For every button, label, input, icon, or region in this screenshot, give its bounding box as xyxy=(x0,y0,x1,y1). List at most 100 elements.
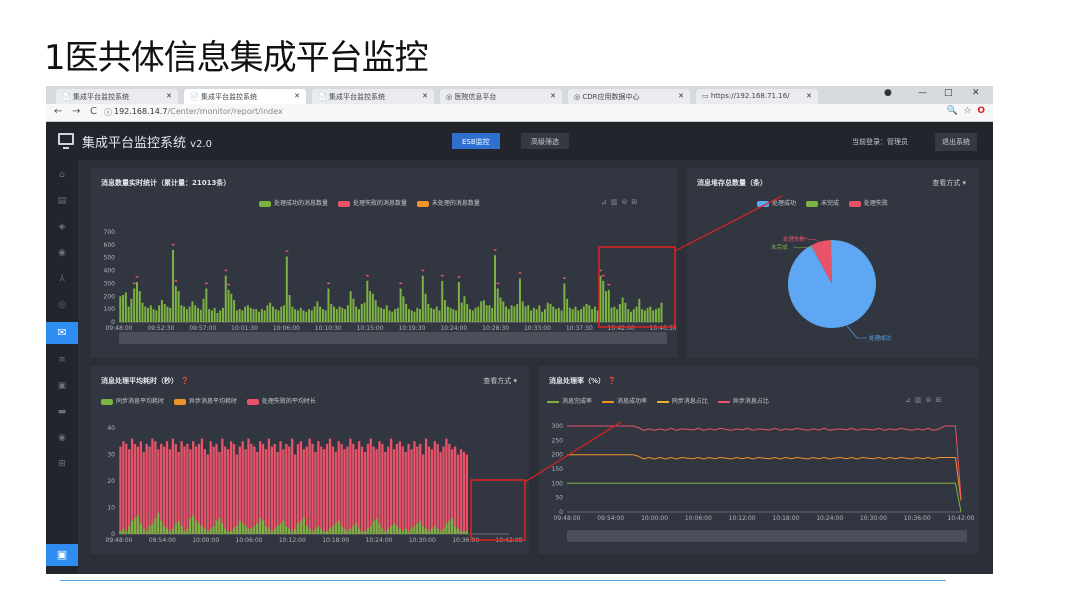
back-icon[interactable]: ← xyxy=(54,106,62,117)
globe-icon[interactable]: ◉ xyxy=(57,433,67,443)
maximize-button[interactable]: □ xyxy=(944,88,953,98)
bar xyxy=(419,520,422,534)
tab-esb-monitor[interactable]: ESB监控 xyxy=(452,133,500,149)
url-field[interactable]: 192.168.14.7/Center/monitor/report/index xyxy=(114,107,283,116)
bar xyxy=(221,523,224,534)
bar xyxy=(521,301,524,322)
zoom-slider[interactable] xyxy=(119,332,667,344)
browser-tab[interactable]: 📄 集成平台监控系统 ✕ xyxy=(56,89,178,104)
bar xyxy=(430,449,434,534)
home-icon[interactable]: ⌂ xyxy=(57,170,67,180)
bar xyxy=(166,306,169,322)
close-icon[interactable]: ✕ xyxy=(294,92,300,100)
bar xyxy=(629,311,632,322)
target-icon[interactable]: ◎ xyxy=(57,300,67,310)
bar xyxy=(320,446,323,534)
bar xyxy=(273,528,276,534)
close-icon[interactable]: ✕ xyxy=(806,92,812,100)
bar xyxy=(279,441,282,534)
mail-icon[interactable]: ✉ xyxy=(46,322,78,344)
bar xyxy=(328,528,332,534)
browser-tab[interactable]: ◎ 医院信息平台 ✕ xyxy=(440,89,562,104)
bar xyxy=(343,528,346,534)
bar xyxy=(160,443,163,534)
bar xyxy=(349,528,352,534)
fail-marker xyxy=(285,250,289,252)
bar xyxy=(299,441,303,534)
bar xyxy=(208,309,211,322)
close-icon[interactable]: ✕ xyxy=(422,92,428,100)
window-close-button[interactable]: ✕ xyxy=(972,88,980,98)
box-icon[interactable]: ▣ xyxy=(57,381,67,391)
bar xyxy=(218,518,221,534)
bar xyxy=(457,282,460,322)
browser-tab[interactable]: ◎ CDR应用数据中心 ✕ xyxy=(568,89,690,104)
opera-icon[interactable]: O xyxy=(977,106,985,116)
bar xyxy=(141,302,144,322)
fail-marker xyxy=(327,282,330,285)
account-icon[interactable]: ● xyxy=(884,88,892,98)
bar xyxy=(635,306,638,322)
bar xyxy=(445,523,448,534)
x-tick-label: 10:36:00 xyxy=(904,515,931,522)
bar xyxy=(241,523,244,534)
close-icon[interactable]: ✕ xyxy=(678,92,684,100)
bar xyxy=(482,300,485,322)
bar xyxy=(442,528,445,534)
bar xyxy=(649,306,652,322)
bar xyxy=(448,520,451,534)
forward-icon[interactable]: → xyxy=(72,106,80,117)
browser-tab[interactable]: 📄 集成平台监控系统 ✕ xyxy=(312,89,434,104)
minimize-button[interactable]: — xyxy=(918,88,927,98)
browser-tab[interactable]: 📄 集成平台监控系统 ✕ xyxy=(184,89,306,104)
bar xyxy=(130,520,134,534)
globe-icon[interactable]: ◉ xyxy=(57,248,67,258)
pie-slice xyxy=(788,240,876,328)
zoom-slider[interactable] xyxy=(567,530,967,542)
bar xyxy=(438,310,441,322)
network-icon[interactable]: ⅄ xyxy=(57,274,67,284)
bar xyxy=(226,531,230,534)
bar xyxy=(138,291,141,322)
reload-icon[interactable]: C xyxy=(90,106,97,117)
bar xyxy=(366,443,369,534)
bar xyxy=(291,306,294,322)
storage-pie-chart: 处理失败未完成处理成功 xyxy=(771,235,892,342)
bar xyxy=(346,446,349,534)
fail-marker xyxy=(518,272,522,274)
bar xyxy=(424,438,428,534)
plus-square-icon[interactable]: ⊞ xyxy=(57,459,67,469)
bar xyxy=(421,454,425,534)
bar xyxy=(591,309,594,322)
x-tick-label: 10:30:00 xyxy=(860,515,887,522)
bar xyxy=(448,443,451,534)
bar xyxy=(389,438,393,534)
bar xyxy=(532,307,535,322)
bar xyxy=(605,291,607,322)
folder-icon[interactable]: ▬ xyxy=(57,407,67,417)
user-card-icon[interactable]: ▣ xyxy=(46,544,78,566)
list-icon[interactable]: ≡ xyxy=(57,355,67,365)
close-icon[interactable]: ✕ xyxy=(166,92,172,100)
bar xyxy=(215,443,218,534)
bar xyxy=(369,291,372,322)
bar xyxy=(165,441,169,534)
bar xyxy=(621,297,624,322)
document-icon[interactable]: ▤ xyxy=(57,196,67,206)
bar xyxy=(384,451,387,534)
zoom-icon[interactable]: 🔍 xyxy=(947,106,958,116)
bar xyxy=(654,309,657,322)
y-tick-label: 100 xyxy=(552,480,564,487)
browser-tab[interactable]: ▭ https://192.168.71.16/✕ xyxy=(696,89,818,104)
tab-advanced-filter[interactable]: 高级筛选 xyxy=(521,133,569,149)
star-icon[interactable]: ☆ xyxy=(964,106,972,116)
bar xyxy=(282,520,285,534)
avgtime-panel: 消息处理平均耗时（秒） ❓ 查看方式 ▾ 同步消息平均耗时 异步消息平均耗时 处… xyxy=(91,366,529,554)
bar xyxy=(469,309,471,322)
bar xyxy=(325,443,329,534)
logout-button[interactable]: 退出系统 xyxy=(935,133,977,151)
layers-icon[interactable]: ◈ xyxy=(57,222,67,232)
x-tick-label: 10:30:00 xyxy=(409,537,436,544)
close-icon[interactable]: ✕ xyxy=(550,92,556,100)
bar xyxy=(340,526,343,534)
